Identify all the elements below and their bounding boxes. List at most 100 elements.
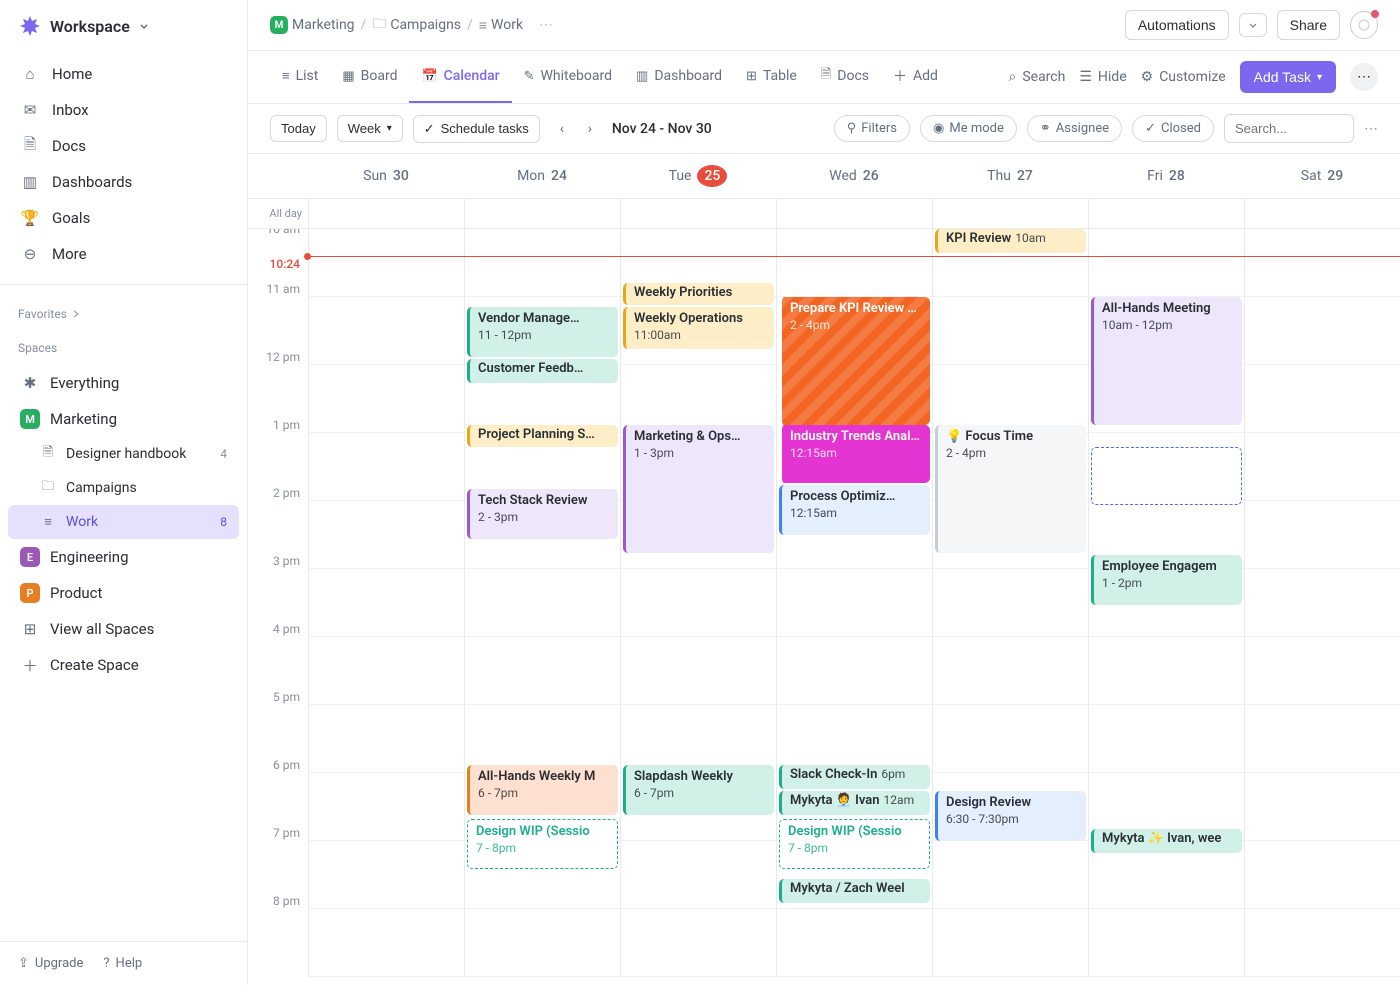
day-column[interactable] <box>308 229 464 977</box>
tab-calendar[interactable]: 📅Calendar <box>409 51 511 103</box>
event-title: KPI Review <box>946 231 1011 246</box>
day-header-wed[interactable]: Wed26 <box>776 154 932 198</box>
calendar-event[interactable]: Vendor Manage…11 - 12pm <box>467 307 618 357</box>
today-button[interactable]: Today <box>270 115 327 142</box>
day-header-sun[interactable]: Sun30 <box>308 154 464 198</box>
allday-cell[interactable] <box>776 199 932 228</box>
allday-cell[interactable] <box>620 199 776 228</box>
nav-docs[interactable]: 🗎Docs <box>8 128 239 164</box>
calendar-event[interactable]: 💡 Focus Time2 - 4pm <box>935 425 1086 553</box>
calendar-event[interactable]: Design Review6:30 - 7:30pm <box>935 791 1086 841</box>
automations-dropdown[interactable] <box>1239 13 1267 37</box>
calendar-event[interactable] <box>1091 447 1242 505</box>
day-header-sat[interactable]: Sat29 <box>1244 154 1400 198</box>
calendar-event[interactable]: Customer Feedb… <box>467 359 618 383</box>
nav-dashboards[interactable]: ▥Dashboards <box>8 164 239 200</box>
customize-action[interactable]: ⚙Customize <box>1141 69 1226 85</box>
tab-list[interactable]: ≡List <box>270 51 330 103</box>
calendar-event[interactable]: Employee Engagem1 - 2pm <box>1091 555 1242 605</box>
calendar-event[interactable]: Project Planning S… <box>467 425 618 447</box>
tab-docs[interactable]: 🗎Docs <box>809 51 881 103</box>
next-week[interactable]: › <box>578 117 602 141</box>
create-space[interactable]: ＋ Create Space <box>8 647 239 683</box>
calendar-event[interactable]: Weekly Priorities <box>623 283 774 305</box>
more-icon[interactable]: ⋯ <box>539 17 553 33</box>
day-header-tue[interactable]: Tue25 <box>620 154 776 198</box>
calendar-event[interactable]: Process Optimiz…12:15am <box>779 485 930 535</box>
search-input[interactable] <box>1224 114 1354 143</box>
add-view-tab[interactable]: ＋Add <box>881 52 950 102</box>
allday-cell[interactable] <box>308 199 464 228</box>
calendar-event[interactable]: Design WIP (Sessio7 - 8pm <box>467 819 618 869</box>
sidebar-footer: ⇪Upgrade ?Help <box>0 941 247 985</box>
nav-more[interactable]: ⊖More <box>8 236 239 272</box>
day-header-thu[interactable]: Thu27 <box>932 154 1088 198</box>
add-task-button[interactable]: Add Task▾ <box>1240 61 1336 93</box>
search-action[interactable]: ⌕Search <box>1008 69 1065 85</box>
workspace-switcher[interactable]: Workspace <box>0 0 247 52</box>
calendar-event[interactable]: Marketing & Ops…1 - 3pm <box>623 425 774 553</box>
tab-board[interactable]: ▦Board <box>330 51 409 103</box>
calendar-event[interactable]: KPI Review10am <box>935 229 1086 253</box>
more-menu[interactable]: ⋯ <box>1350 63 1378 91</box>
day-header-fri[interactable]: Fri28 <box>1088 154 1244 198</box>
nav-home[interactable]: ⌂Home <box>8 56 239 92</box>
crumb-marketing[interactable]: MMarketing <box>270 16 355 34</box>
me-mode-pill[interactable]: ◉Me mode <box>920 115 1017 142</box>
schedule-tasks-button[interactable]: ✓Schedule tasks <box>413 115 540 143</box>
view-all-spaces[interactable]: ⊞ View all Spaces <box>8 611 239 647</box>
calendar-event[interactable]: Mykyta / Zach Weel <box>779 879 930 903</box>
calendar-event[interactable]: Industry Trends Analysis12:15am <box>779 425 930 483</box>
calendar-event[interactable]: All-Hands Weekly M6 - 7pm <box>467 765 618 815</box>
closed-pill[interactable]: ✓Closed <box>1132 115 1214 142</box>
range-selector[interactable]: Week ▾ <box>337 115 403 142</box>
favorites-section[interactable]: Favorites <box>0 293 247 327</box>
day-header-mon[interactable]: Mon24 <box>464 154 620 198</box>
crumb-campaigns[interactable]: 🗀Campaigns <box>372 13 461 37</box>
hide-action[interactable]: ☰Hide <box>1079 69 1126 85</box>
day-column[interactable]: Weekly PrioritiesWeekly Operations11:00a… <box>620 229 776 977</box>
crumb-work[interactable]: ≡Work <box>479 17 523 34</box>
filters-pill[interactable]: ⚲Filters <box>834 115 910 142</box>
tab-whiteboard[interactable]: ✎Whiteboard <box>512 51 624 103</box>
calendar-event[interactable]: Design WIP (Sessio7 - 8pm <box>779 819 930 869</box>
calendar-event[interactable]: Prepare KPI Review Presentation2 - 4pm <box>779 297 930 425</box>
allday-cell[interactable] <box>464 199 620 228</box>
upgrade-link[interactable]: ⇪Upgrade <box>18 956 83 971</box>
calendar-event[interactable]: Weekly Operations11:00am <box>623 307 774 349</box>
tab-table[interactable]: ⊞Table <box>734 51 809 103</box>
help-link[interactable]: ?Help <box>103 956 142 971</box>
nav-goals[interactable]: 🏆Goals <box>8 200 239 236</box>
nav-inbox[interactable]: ✉Inbox <box>8 92 239 128</box>
calendar-event[interactable]: Tech Stack Review2 - 3pm <box>467 489 618 539</box>
day-column[interactable]: Prepare KPI Review Presentation2 - 4pmIn… <box>776 229 932 977</box>
calendar-event[interactable]: Slapdash Weekly6 - 7pm <box>623 765 774 815</box>
notification-icon[interactable] <box>1350 11 1378 39</box>
automations-button[interactable]: Automations <box>1125 10 1229 40</box>
space-product[interactable]: PProduct <box>8 575 239 611</box>
calendar-event[interactable]: Mykyta 🧑‍💼 Ivan12am <box>779 791 930 815</box>
day-column[interactable]: KPI Review10am 💡 Focus Time2 - 4pm Design … <box>932 229 1088 977</box>
everything-item[interactable]: ✱ Everything <box>8 365 239 401</box>
calendar-event[interactable]: Mykyta ✨ Ivan, wee <box>1091 829 1242 853</box>
allday-cell[interactable] <box>932 199 1088 228</box>
event-time: 6 - 7pm <box>478 786 612 802</box>
share-button[interactable]: Share <box>1277 10 1340 40</box>
sidebar-item-work[interactable]: ≡Work8 <box>8 505 239 539</box>
allday-cell[interactable] <box>1088 199 1244 228</box>
sidebar-item-designer-handbook[interactable]: 🗎Designer handbook4 <box>8 437 239 471</box>
space-marketing[interactable]: MMarketing <box>8 401 239 437</box>
person-icon: ⇪ <box>18 956 29 971</box>
prev-week[interactable]: ‹ <box>550 117 574 141</box>
calendar-event[interactable]: Slack Check-In6pm <box>779 765 930 789</box>
more-icon[interactable]: ⋯ <box>1364 121 1378 137</box>
allday-cell[interactable] <box>1244 199 1400 228</box>
day-column[interactable]: All-Hands Meeting10am - 12pm Employee Eng… <box>1088 229 1244 977</box>
day-column[interactable] <box>1244 229 1400 977</box>
assignee-pill[interactable]: ⚭Assignee <box>1027 115 1122 142</box>
tab-dashboard[interactable]: ▥Dashboard <box>624 51 734 103</box>
day-column[interactable]: Vendor Manage…11 - 12pmCustomer Feedb… Pr… <box>464 229 620 977</box>
space-engineering[interactable]: EEngineering <box>8 539 239 575</box>
calendar-event[interactable]: All-Hands Meeting10am - 12pm <box>1091 297 1242 425</box>
sidebar-item-campaigns[interactable]: 🗀Campaigns <box>8 471 239 505</box>
